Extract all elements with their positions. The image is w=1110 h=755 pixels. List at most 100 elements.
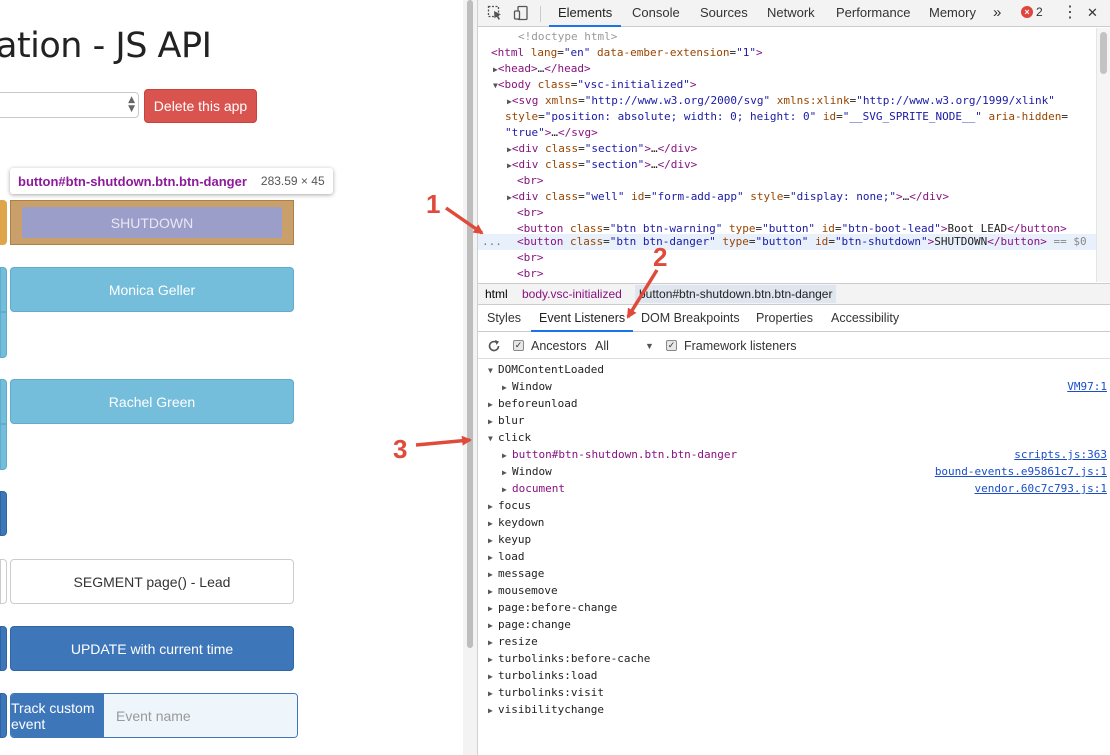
event-item[interactable]: ▶ page:before-change bbox=[488, 599, 617, 616]
dom-line[interactable]: <br> bbox=[517, 205, 544, 221]
more-tabs-icon[interactable]: » bbox=[993, 0, 1001, 27]
event-item[interactable]: ▶ mousemove bbox=[488, 582, 558, 599]
user-button-edge[interactable] bbox=[0, 424, 7, 470]
expand-triangle-icon[interactable]: ▶ bbox=[488, 685, 498, 702]
ancestors-select[interactable]: All bbox=[595, 339, 609, 353]
dom-line[interactable]: <br> bbox=[517, 266, 544, 282]
devtools-menu-icon[interactable]: ⋮ bbox=[1062, 0, 1078, 27]
event-item[interactable]: ▶ turbolinks:load bbox=[488, 667, 597, 684]
panel-splitter[interactable] bbox=[463, 0, 478, 755]
listener-source-link[interactable]: vendor.60c7c793.js:1 bbox=[975, 480, 1107, 497]
action-button-edge[interactable] bbox=[0, 491, 7, 536]
event-item[interactable]: ▶ keyup bbox=[488, 531, 531, 548]
expand-triangle-icon[interactable]: ▶ bbox=[488, 566, 498, 583]
expand-triangle-icon[interactable]: ▶ bbox=[488, 668, 498, 685]
track-custom-event-button[interactable]: Track custom event bbox=[11, 694, 104, 737]
event-item[interactable]: ▶ page:change bbox=[488, 616, 571, 633]
dom-line[interactable]: <!doctype html> bbox=[518, 29, 617, 45]
user-button-edge[interactable] bbox=[0, 312, 7, 358]
listener-item[interactable]: ▶ Window bbox=[502, 463, 552, 480]
tab-elements[interactable]: Elements bbox=[549, 0, 622, 27]
event-item[interactable]: ▶ load bbox=[488, 548, 525, 565]
listener-item[interactable]: ▶ Window bbox=[502, 378, 552, 395]
listener-source-link[interactable]: scripts.js:363 bbox=[1014, 446, 1107, 463]
expand-triangle-icon[interactable]: ▶ bbox=[488, 498, 498, 515]
user-button-edge[interactable] bbox=[0, 379, 7, 424]
expand-triangle-icon[interactable]: ▶ bbox=[502, 379, 512, 396]
tab-console[interactable]: Console bbox=[632, 0, 680, 27]
user-button-edge[interactable] bbox=[0, 267, 7, 312]
action-button-edge[interactable] bbox=[0, 626, 7, 671]
expand-triangle-icon[interactable]: ▶ bbox=[502, 447, 512, 464]
dom-row-menu-icon[interactable]: ... bbox=[482, 234, 502, 250]
app-select[interactable]: ▲ ▼ bbox=[0, 92, 139, 118]
event-item[interactable]: ▶ visibilitychange bbox=[488, 701, 604, 718]
segment-page-lead-button[interactable]: SEGMENT page() - Lead bbox=[10, 559, 294, 604]
event-item[interactable]: ▼ DOMContentLoaded bbox=[488, 361, 604, 378]
event-item[interactable]: ▶ resize bbox=[488, 633, 538, 650]
crumb-html[interactable]: html bbox=[485, 287, 508, 301]
delete-app-button[interactable]: Delete this app bbox=[144, 89, 257, 123]
framework-listeners-checkbox[interactable]: ✓ bbox=[666, 340, 677, 351]
ancestors-checkbox[interactable]: ✓ bbox=[513, 340, 524, 351]
dom-line[interactable]: <html lang="en" data-ember-extension="1"… bbox=[491, 45, 763, 61]
shutdown-button[interactable]: SHUTDOWN bbox=[22, 207, 282, 238]
dom-line[interactable]: ▶<svg xmlns="http://www.w3.org/2000/svg"… bbox=[507, 93, 1055, 109]
tab-memory[interactable]: Memory bbox=[929, 0, 976, 27]
expand-triangle-icon[interactable]: ▼ bbox=[488, 430, 498, 447]
error-count[interactable]: 2 bbox=[1036, 5, 1043, 19]
expand-triangle-icon[interactable]: ▶ bbox=[502, 481, 512, 498]
action-button-edge[interactable] bbox=[0, 693, 7, 738]
error-icon[interactable]: × bbox=[1021, 6, 1033, 18]
event-item[interactable]: ▶ blur bbox=[488, 412, 525, 429]
listener-item[interactable]: ▶ document bbox=[502, 480, 565, 497]
dom-line[interactable]: ▶<div class="well" id="form-add-app" sty… bbox=[507, 189, 949, 205]
page-scrollbar[interactable] bbox=[467, 0, 473, 648]
tab-styles[interactable]: Styles bbox=[487, 306, 521, 332]
expand-triangle-icon[interactable]: ▶ bbox=[488, 651, 498, 668]
boot-lead-button-edge[interactable] bbox=[0, 200, 7, 245]
tab-accessibility[interactable]: Accessibility bbox=[831, 306, 899, 332]
dom-line[interactable]: ▶<div class="section">…</div> bbox=[507, 141, 697, 157]
inspect-element-icon[interactable] bbox=[487, 5, 503, 21]
crumb-button[interactable]: button#btn-shutdown.btn.btn-danger bbox=[635, 285, 837, 303]
event-item[interactable]: ▶ turbolinks:visit bbox=[488, 684, 604, 701]
expand-triangle-icon[interactable]: ▶ bbox=[488, 583, 498, 600]
tab-sources[interactable]: Sources bbox=[700, 0, 748, 27]
listener-source-link[interactable]: bound-events.e95861c7.js:1 bbox=[935, 463, 1107, 480]
expand-triangle-icon[interactable]: ▼ bbox=[488, 362, 498, 379]
expand-triangle-icon[interactable]: ▶ bbox=[488, 702, 498, 719]
event-item[interactable]: ▶ turbolinks:before-cache bbox=[488, 650, 650, 667]
dom-line[interactable]: "true">…</svg> bbox=[505, 125, 598, 141]
tab-performance[interactable]: Performance bbox=[836, 0, 910, 27]
refresh-icon[interactable] bbox=[487, 339, 501, 353]
dom-line[interactable]: <br> bbox=[517, 250, 544, 266]
event-item[interactable]: ▼ click bbox=[488, 429, 531, 446]
rachel-green-button[interactable]: Rachel Green bbox=[10, 379, 294, 424]
listener-item[interactable]: ▶ button#btn-shutdown.btn.btn-danger bbox=[502, 446, 737, 463]
expand-triangle-icon[interactable]: ▶ bbox=[488, 532, 498, 549]
dom-scrollbar[interactable] bbox=[1096, 28, 1110, 282]
event-item[interactable]: ▶ keydown bbox=[488, 514, 544, 531]
dom-line[interactable]: style="position: absolute; width: 0; hei… bbox=[505, 109, 1068, 125]
crumb-body[interactable]: body.vsc-initialized bbox=[522, 287, 622, 301]
dom-line-selected[interactable]: <button class="btn btn-danger" type="but… bbox=[517, 234, 1087, 250]
expand-triangle-icon[interactable]: ▶ bbox=[488, 396, 498, 413]
dom-line[interactable]: ▼<body class="vsc-initialized"> bbox=[493, 77, 697, 93]
monica-geller-button[interactable]: Monica Geller bbox=[10, 267, 294, 312]
update-current-time-button[interactable]: UPDATE with current time bbox=[10, 626, 294, 671]
scrollbar-thumb[interactable] bbox=[1100, 32, 1107, 74]
device-toolbar-icon[interactable] bbox=[513, 5, 529, 21]
action-button-edge[interactable] bbox=[0, 559, 7, 604]
expand-triangle-icon[interactable]: ▶ bbox=[488, 413, 498, 430]
tab-event-listeners[interactable]: Event Listeners bbox=[531, 306, 634, 332]
listener-source-link[interactable]: VM97:1 bbox=[1067, 378, 1107, 395]
expand-triangle-icon[interactable]: ▶ bbox=[488, 515, 498, 532]
dom-line[interactable]: <br> bbox=[517, 173, 544, 189]
event-name-input[interactable] bbox=[104, 694, 297, 737]
tab-properties[interactable]: Properties bbox=[756, 306, 813, 332]
dom-line[interactable]: ▶<head>…</head> bbox=[493, 61, 591, 77]
close-devtools-icon[interactable]: ✕ bbox=[1087, 0, 1098, 27]
expand-triangle-icon[interactable]: ▶ bbox=[488, 617, 498, 634]
dom-line[interactable]: ▶<div class="section">…</div> bbox=[507, 157, 697, 173]
